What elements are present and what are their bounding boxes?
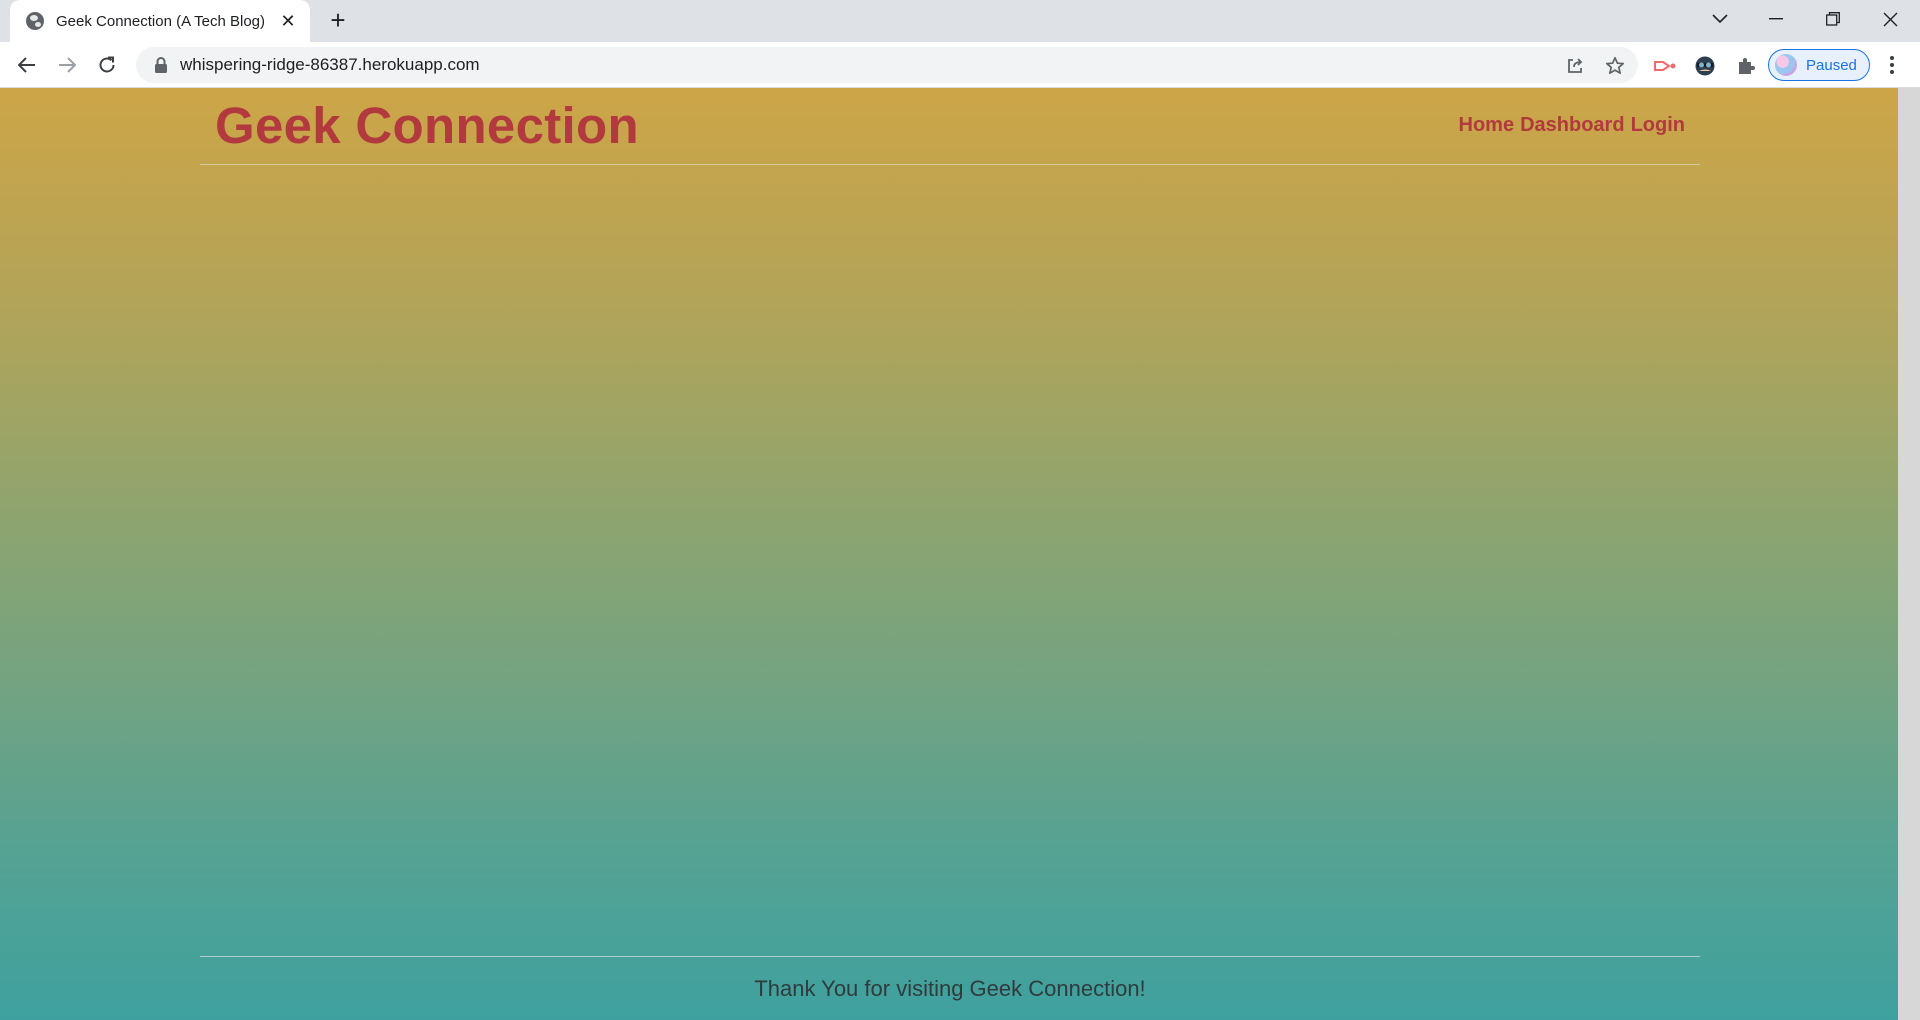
main-nav: Home Dashboard Login xyxy=(1459,114,1685,137)
spy-extension-icon[interactable] xyxy=(1692,53,1718,79)
new-tab-button[interactable]: + xyxy=(323,6,353,36)
lock-icon xyxy=(154,57,168,73)
back-arrow-icon xyxy=(18,57,35,73)
browser-toolbar: whispering-ridge-86387.herokuapp.com Pau… xyxy=(0,42,1920,88)
nav-home-link[interactable]: Home xyxy=(1459,114,1515,137)
site-header: Geek Connection Home Dashboard Login xyxy=(200,88,1700,165)
address-bar[interactable]: whispering-ridge-86387.herokuapp.com xyxy=(136,47,1638,83)
page-viewport: Geek Connection Home Dashboard Login Tha… xyxy=(0,88,1898,1020)
reload-button[interactable] xyxy=(92,50,122,80)
browser-tab[interactable]: Geek Connection (A Tech Blog) ✕ xyxy=(10,0,310,42)
cast-extension-icon[interactable] xyxy=(1652,53,1678,79)
restore-button[interactable] xyxy=(1805,0,1861,38)
nav-dashboard-link[interactable]: Dashboard xyxy=(1520,114,1624,137)
share-icon[interactable] xyxy=(1564,55,1586,77)
tab-title: Geek Connection (A Tech Blog) xyxy=(56,12,266,30)
tab-strip: Geek Connection (A Tech Blog) ✕ + xyxy=(0,0,1920,42)
minimize-button[interactable] xyxy=(1748,0,1804,38)
bookmark-star-icon[interactable] xyxy=(1604,55,1626,77)
profile-status-label: Paused xyxy=(1806,56,1857,74)
site-footer: Thank You for visiting Geek Connection! xyxy=(200,956,1700,1020)
tab-search-chevron-down-icon[interactable] xyxy=(1692,0,1748,38)
globe-icon xyxy=(26,12,44,30)
window-close-button[interactable] xyxy=(1862,0,1918,38)
avatar xyxy=(1775,54,1797,76)
puzzle-icon[interactable] xyxy=(1733,53,1759,79)
reload-icon xyxy=(99,56,115,73)
forward-arrow-icon xyxy=(59,57,76,73)
forward-button[interactable] xyxy=(52,50,82,80)
nav-login-link[interactable]: Login xyxy=(1631,114,1685,137)
footer-text: Thank You for visiting Geek Connection! xyxy=(754,976,1146,1001)
kebab-menu-icon[interactable] xyxy=(1880,53,1904,77)
url-text: whispering-ridge-86387.herokuapp.com xyxy=(180,55,480,74)
page-scrollbar[interactable] xyxy=(1898,88,1920,1020)
back-button[interactable] xyxy=(12,50,42,80)
profile-button[interactable]: Paused xyxy=(1768,49,1870,81)
tab-close-icon[interactable]: ✕ xyxy=(278,11,298,31)
page-container: Geek Connection Home Dashboard Login Tha… xyxy=(200,88,1700,1020)
site-title[interactable]: Geek Connection xyxy=(215,96,639,155)
